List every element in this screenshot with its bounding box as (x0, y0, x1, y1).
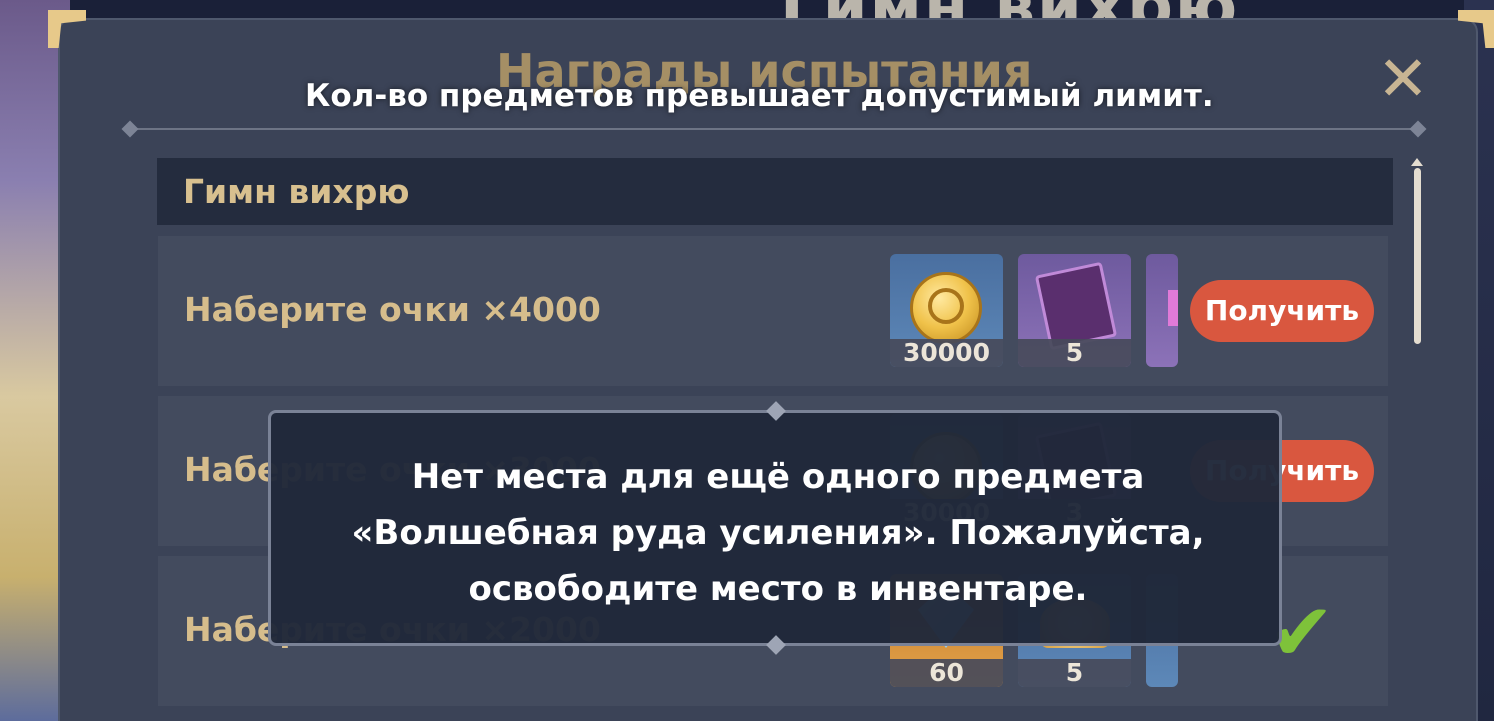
reward-count: 5 (1018, 659, 1131, 687)
scroll-up-arrow-icon (1411, 158, 1423, 166)
scrollbar[interactable] (1411, 158, 1423, 721)
close-button[interactable]: ✕ (1376, 48, 1430, 110)
claim-button[interactable]: Получить (1190, 280, 1374, 342)
book-icon (1034, 261, 1118, 351)
reward-item[interactable]: 5 (1018, 254, 1131, 367)
reward-count: 30000 (890, 339, 1003, 367)
close-icon: ✕ (1377, 42, 1429, 115)
scrollbar-thumb[interactable] (1414, 168, 1421, 344)
title-divider (130, 128, 1420, 130)
reward-item[interactable]: 30000 (890, 254, 1003, 367)
inventory-full-dialog[interactable]: Нет места для ещё одного предмета «Волше… (268, 401, 1282, 655)
reward-count: 60 (890, 659, 1003, 687)
dialog-message: Нет места для ещё одного предмета «Волше… (351, 457, 1205, 609)
coin-emblem (928, 288, 964, 324)
limit-toast-message: Кол-во предметов превышает допустимый ли… (305, 78, 1214, 114)
reward-item[interactable] (1146, 254, 1178, 367)
section-header: Гимн вихрю (157, 158, 1393, 225)
ore-icon (1168, 290, 1178, 326)
section-title: Гимн вихрю (183, 172, 410, 211)
reward-row: Наберите очки ×4000 30000 5 Получить (158, 236, 1388, 386)
row-label: Наберите очки ×4000 (184, 290, 601, 329)
reward-count: 5 (1018, 339, 1131, 367)
